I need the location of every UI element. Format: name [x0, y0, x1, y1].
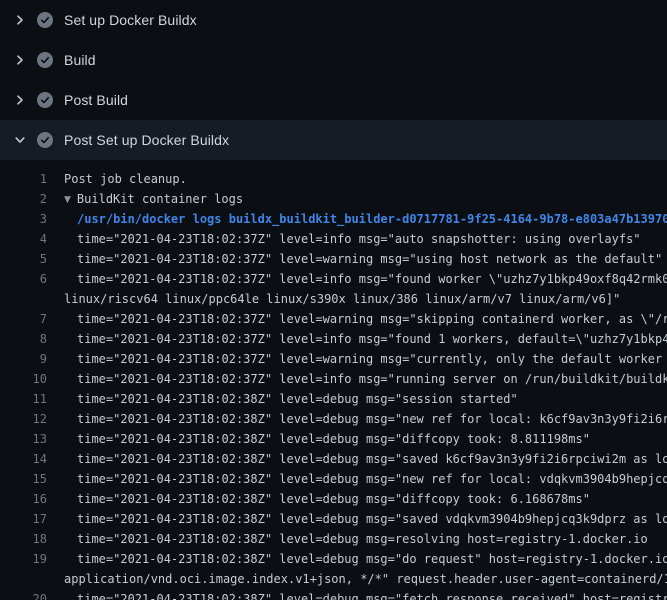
step-label: Set up Docker Buildx — [64, 12, 197, 28]
log-text: time="2021-04-23T18:02:38Z" level=debug … — [47, 589, 667, 600]
group-title[interactable]: BuildKit container logs — [77, 192, 243, 206]
chevron-right-icon — [12, 12, 28, 28]
log-text: time="2021-04-23T18:02:38Z" level=debug … — [47, 509, 667, 529]
log-line: 16time="2021-04-23T18:02:38Z" level=debu… — [0, 489, 667, 509]
log-line-number[interactable]: 13 — [0, 429, 47, 449]
log-text: time="2021-04-23T18:02:37Z" level=info m… — [47, 329, 667, 349]
log-line-number[interactable]: 10 — [0, 369, 47, 389]
step-header-build[interactable]: Build — [0, 40, 667, 80]
log-text: Post job cleanup. — [47, 169, 667, 189]
log-line: 8time="2021-04-23T18:02:37Z" level=info … — [0, 329, 667, 349]
log-line-number[interactable]: 17 — [0, 509, 47, 529]
log-text: time="2021-04-23T18:02:38Z" level=debug … — [47, 489, 667, 509]
log-line: 6time="2021-04-23T18:02:37Z" level=info … — [0, 269, 667, 289]
log-line-number[interactable]: 19 — [0, 549, 47, 569]
log-text: time="2021-04-23T18:02:38Z" level=debug … — [47, 389, 667, 409]
log-text: time="2021-04-23T18:02:38Z" level=debug … — [47, 449, 667, 469]
log-text: application/vnd.oci.image.index.v1+json,… — [47, 569, 667, 589]
log-text: time="2021-04-23T18:02:38Z" level=debug … — [47, 549, 667, 569]
log-line-number[interactable]: 3 — [0, 209, 47, 229]
log-line-number[interactable]: 7 — [0, 309, 47, 329]
log-line: 1Post job cleanup. — [0, 169, 667, 189]
log-line: 10time="2021-04-23T18:02:37Z" level=info… — [0, 369, 667, 389]
log-line: 19time="2021-04-23T18:02:38Z" level=debu… — [0, 549, 667, 569]
log-line-number[interactable]: 6 — [0, 269, 47, 289]
log-line-number[interactable]: 8 — [0, 329, 47, 349]
log-line-number[interactable]: 12 — [0, 409, 47, 429]
log-line: 17time="2021-04-23T18:02:38Z" level=debu… — [0, 509, 667, 529]
log-line-continuation: application/vnd.oci.image.index.v1+json,… — [0, 569, 667, 589]
log-area: 1Post job cleanup.2 ▼ BuildKit container l… — [0, 160, 667, 600]
group-collapse-icon[interactable]: ▼ — [64, 190, 71, 209]
log-line-number[interactable]: 2 — [0, 189, 47, 209]
log-line-number[interactable]: 9 — [0, 349, 47, 369]
chevron-right-icon — [12, 52, 28, 68]
step-label: Build — [64, 52, 96, 68]
log-text: time="2021-04-23T18:02:37Z" level=warnin… — [47, 309, 667, 329]
log-line-number[interactable]: 18 — [0, 529, 47, 549]
check-circle-icon — [37, 92, 53, 108]
log-line: 5time="2021-04-23T18:02:37Z" level=warni… — [0, 249, 667, 269]
log-line: 15time="2021-04-23T18:02:38Z" level=debu… — [0, 469, 667, 489]
log-text: time="2021-04-23T18:02:38Z" level=debug … — [47, 429, 667, 449]
log-line: 11time="2021-04-23T18:02:38Z" level=debu… — [0, 389, 667, 409]
step-header-post-build[interactable]: Post Build — [0, 80, 667, 120]
step-header-post-set-up-docker-buildx[interactable]: Post Set up Docker Buildx — [0, 120, 667, 160]
log-text: time="2021-04-23T18:02:37Z" level=warnin… — [47, 249, 667, 269]
log-line: 4time="2021-04-23T18:02:37Z" level=info … — [0, 229, 667, 249]
log-line: 3/usr/bin/docker logs buildx_buildkit_bu… — [0, 209, 667, 229]
log-line: 14time="2021-04-23T18:02:38Z" level=debu… — [0, 449, 667, 469]
check-circle-icon — [37, 52, 53, 68]
step-header-set-up-docker-buildx[interactable]: Set up Docker Buildx — [0, 0, 667, 40]
chevron-down-icon — [12, 132, 28, 148]
step-label: Post Build — [64, 92, 128, 108]
log-text: time="2021-04-23T18:02:37Z" level=info m… — [47, 269, 667, 289]
log-line-number[interactable]: 11 — [0, 389, 47, 409]
log-command-text: /usr/bin/docker logs buildx_buildkit_bui… — [47, 209, 667, 229]
actions-log-panel: Set up Docker Buildx Build Post Build Post … — [0, 0, 667, 600]
log-text: time="2021-04-23T18:02:37Z" level=info m… — [47, 229, 667, 249]
chevron-right-icon — [12, 92, 28, 108]
log-text: time="2021-04-23T18:02:38Z" level=debug … — [47, 469, 667, 489]
log-line: 9time="2021-04-23T18:02:37Z" level=warni… — [0, 349, 667, 369]
log-text: time="2021-04-23T18:02:38Z" level=debug … — [47, 409, 667, 429]
log-line-number[interactable]: 15 — [0, 469, 47, 489]
log-line: 12time="2021-04-23T18:02:38Z" level=debu… — [0, 409, 667, 429]
log-text: ▼ BuildKit container logs — [47, 189, 667, 209]
log-text: linux/riscv64 linux/ppc64le linux/s390x … — [47, 289, 667, 309]
log-line-number[interactable]: 14 — [0, 449, 47, 469]
log-line: 2 ▼ BuildKit container logs — [0, 189, 667, 209]
check-circle-icon — [37, 132, 53, 148]
log-line: 7time="2021-04-23T18:02:37Z" level=warni… — [0, 309, 667, 329]
log-line-number[interactable]: 20 — [0, 589, 47, 600]
step-list: Set up Docker Buildx Build Post Build Post … — [0, 0, 667, 160]
log-text: time="2021-04-23T18:02:37Z" level=info m… — [47, 369, 667, 389]
log-text: time="2021-04-23T18:02:37Z" level=warnin… — [47, 349, 667, 369]
log-line: 18time="2021-04-23T18:02:38Z" level=debu… — [0, 529, 667, 549]
step-label: Post Set up Docker Buildx — [64, 132, 229, 148]
log-line-number[interactable]: 16 — [0, 489, 47, 509]
check-circle-icon — [37, 12, 53, 28]
log-line-continuation: linux/riscv64 linux/ppc64le linux/s390x … — [0, 289, 667, 309]
log-line: 20time="2021-04-23T18:02:38Z" level=debu… — [0, 589, 667, 600]
log-line-number[interactable]: 5 — [0, 249, 47, 269]
log-line-number[interactable]: 1 — [0, 169, 47, 189]
log-text: time="2021-04-23T18:02:38Z" level=debug … — [47, 529, 667, 549]
log-line-number — [0, 289, 47, 309]
log-line: 13time="2021-04-23T18:02:38Z" level=debu… — [0, 429, 667, 449]
log-line-number[interactable]: 4 — [0, 229, 47, 249]
log-line-number — [0, 569, 47, 589]
